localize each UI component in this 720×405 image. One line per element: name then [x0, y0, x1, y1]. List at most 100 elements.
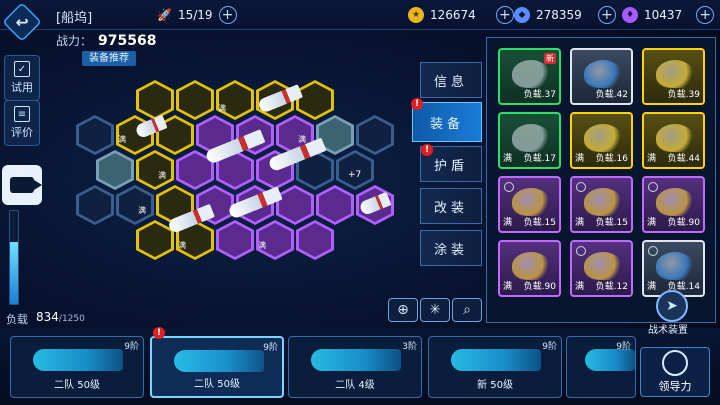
slot-full-label: 满	[178, 241, 186, 250]
equipment-icon	[584, 188, 622, 216]
magnifier-icon: ⌕	[463, 302, 471, 318]
menu-tab-1[interactable]: 装备	[412, 102, 482, 142]
socket-icon	[576, 182, 586, 192]
fleet-slot[interactable]: 9阶 二队 50级	[10, 336, 144, 398]
slot-full-label: 满	[218, 104, 226, 113]
tactic-device-label: 战术装置	[648, 325, 688, 336]
hex-slot[interactable]	[116, 185, 154, 225]
equipment-load-label: 负载.90	[523, 282, 556, 292]
equipment-card[interactable]: 满负载.90	[498, 240, 561, 297]
equipment-icon	[512, 60, 550, 88]
slot-full-label: 满	[158, 171, 166, 180]
hex-slot[interactable]	[296, 80, 334, 120]
equipment-card[interactable]: 负载.42	[570, 48, 633, 105]
upgrade-level-label: +7	[348, 170, 362, 180]
add-gem-button[interactable]: +	[696, 5, 715, 24]
hex-slot[interactable]	[316, 185, 354, 225]
hex-slot[interactable]	[76, 115, 114, 155]
equipment-full-label: 满	[503, 282, 513, 292]
leadership-button[interactable]: 领导力	[640, 347, 710, 397]
hex-slot[interactable]	[76, 185, 114, 225]
equipment-card[interactable]: 负载.37 新	[498, 48, 561, 105]
fleet-name: 二队 50级	[194, 379, 240, 390]
equipment-card[interactable]: 满负载.15	[570, 176, 633, 233]
equipment-card[interactable]: 满负载.14	[642, 240, 705, 297]
equipment-load-label: 负载.37	[523, 90, 556, 100]
equipment-icon	[512, 188, 550, 216]
menu-tab-0[interactable]: 信息	[420, 62, 482, 98]
tactic-device-button[interactable]: ➤	[656, 290, 688, 322]
equipment-card[interactable]: 负载.39	[642, 48, 705, 105]
new-badge: 新	[544, 53, 556, 64]
equipment-icon	[584, 60, 622, 88]
leadership-label: 领导力	[658, 380, 692, 393]
equipment-load-label: 负载.39	[667, 90, 700, 100]
fleet-slot[interactable]: 9阶新 50级	[428, 336, 562, 398]
add-crystal-button[interactable]: +	[597, 5, 616, 24]
slot-full-label: 满	[118, 135, 126, 144]
equipment-grid: 负载.37 新负载.42 负载.39 满负载.17 满负载.16 满负载.44 满负载.15…	[498, 48, 705, 297]
socket-icon	[648, 246, 658, 256]
ship-icon	[33, 349, 123, 371]
fleet-slot[interactable]: 3阶二队 4级	[288, 336, 422, 398]
gold-value: 126674	[430, 7, 476, 22]
equipment-icon	[656, 60, 694, 88]
equipment-full-label: 满	[647, 282, 657, 292]
gem-value: 10437	[644, 7, 683, 22]
hex-slot[interactable]	[216, 220, 254, 260]
pointer-icon: ➤	[666, 298, 678, 314]
ship-icon	[451, 349, 541, 371]
hex-slot[interactable]	[96, 150, 134, 190]
crystal-icon: ◆	[514, 6, 530, 23]
equipment-full-label: 满	[647, 154, 657, 164]
slot-full-label: 满	[138, 206, 146, 215]
network-view-button[interactable]: ✳	[420, 298, 450, 322]
equipment-load-label: 负载.42	[595, 90, 628, 100]
equipment-card[interactable]: 满负载.12	[570, 240, 633, 297]
hex-slot[interactable]	[136, 150, 174, 190]
gem-resource: ♦ 10437 +	[622, 5, 715, 24]
equipment-card[interactable]: 满负载.44	[642, 112, 705, 169]
ship-icon	[174, 350, 264, 372]
equipment-full-label: 满	[503, 154, 513, 164]
equipment-card[interactable]: 满负载.90	[642, 176, 705, 233]
fleet-slot[interactable]: 9阶 二队 50级	[150, 336, 284, 398]
hex-slot[interactable]	[276, 185, 314, 225]
hex-slot[interactable]	[296, 220, 334, 260]
zoom-view-button[interactable]: ⌕	[452, 298, 482, 322]
slot-full-label: 满	[258, 241, 266, 250]
equipment-icon	[512, 252, 550, 280]
socket-icon	[576, 246, 586, 256]
equipment-full-label: 满	[503, 218, 513, 228]
equipment-icon	[512, 124, 550, 152]
hex-slot[interactable]	[216, 80, 254, 120]
fleet-tier: 3阶	[402, 342, 417, 352]
equipment-icon	[656, 188, 694, 216]
equipment-card[interactable]: 满负载.16	[570, 112, 633, 169]
fleet-name: 二队 4级	[335, 380, 375, 391]
gem-icon: ♦	[622, 6, 638, 23]
equipment-load-label: 负载.15	[595, 218, 628, 228]
target-view-button[interactable]: ⊕	[388, 298, 418, 322]
hex-slot[interactable]	[176, 80, 214, 120]
hex-slot[interactable]	[356, 115, 394, 155]
crystal-resource: ◆ 278359 +	[514, 5, 616, 24]
equipment-load-label: 负载.17	[523, 154, 556, 164]
equipment-card[interactable]: 满负载.17	[498, 112, 561, 169]
crystal-value: 278359	[536, 7, 582, 22]
menu-tab-3[interactable]: 改装	[420, 188, 482, 224]
ship-icon	[585, 349, 635, 371]
alert-badge: !	[411, 98, 423, 110]
menu-tab-4[interactable]: 涂装	[420, 230, 482, 266]
fleet-tier: 9阶	[542, 342, 557, 352]
alert-badge: !	[153, 327, 165, 339]
equipment-icon	[656, 252, 694, 280]
fleet-slot[interactable]: 9阶	[566, 336, 636, 398]
equipment-card[interactable]: 满负载.15	[498, 176, 561, 233]
add-gold-button[interactable]: +	[495, 5, 514, 24]
equipment-load-label: 负载.16	[595, 154, 628, 164]
network-icon: ✳	[429, 302, 441, 318]
equipment-load-label: 负载.44	[667, 154, 700, 164]
hex-slot[interactable]	[136, 80, 174, 120]
fleet-tier: 9阶	[616, 342, 631, 352]
